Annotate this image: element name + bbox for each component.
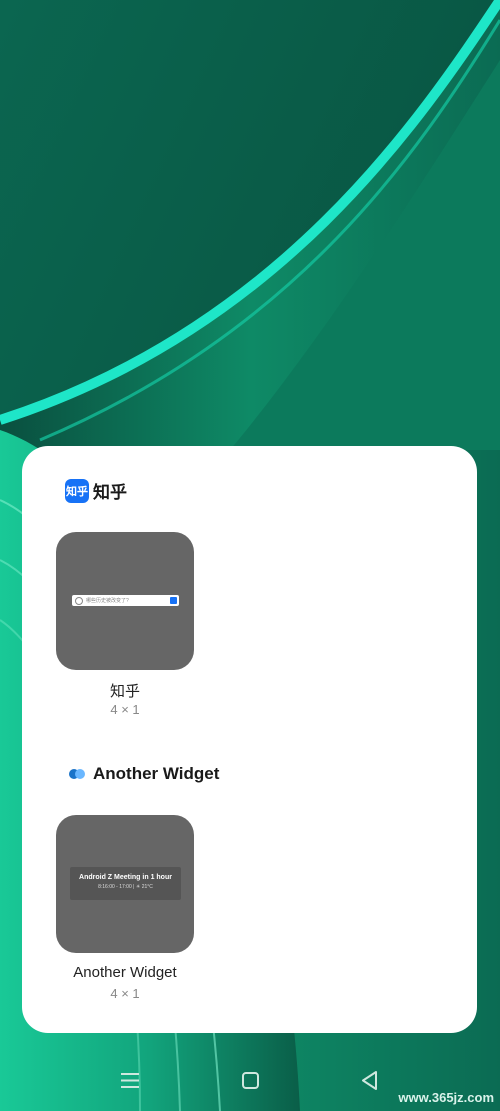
meeting-detail: 8:16:00 - 17:00 | ☀ 21°C [98,884,153,890]
home-icon[interactable] [242,1072,259,1089]
meeting-card: Android Z Meeting in 1 hour 8:16:00 - 17… [70,867,181,900]
menu-icon[interactable] [121,1072,139,1089]
back-icon[interactable] [361,1071,378,1090]
widget-size: 4 × 1 [110,702,140,717]
search-icon [75,596,83,605]
widget-label: 知乎 [109,683,140,700]
another-widget-app-icon [69,769,89,779]
widget-preview-another-widget[interactable]: Android Z Meeting in 1 hour 8:16:00 - 17… [56,815,194,953]
widget-label: Another Widget [73,964,177,981]
widget-search-bar: 哪些历史被改变了? [72,595,179,606]
widget-preview-zhihu[interactable]: 哪些历史被改变了? [56,532,194,670]
app-name: Another Widget [93,764,220,783]
app-name: 知乎 [93,483,127,502]
app-header-zhihu: 知乎 知乎 [65,478,127,503]
widget-size: 4 × 1 [110,986,140,1001]
app-header-another-widget: Another Widget [69,764,219,784]
zhihu-app-icon-text: 知乎 [66,485,88,498]
watermark: www.365jz.com [398,1090,494,1105]
search-placeholder: 哪些历史被改变了? [86,598,129,604]
widget-picker-panel: 知乎 知乎 哪些历史被改变了? 知乎 4 × 1 Another Widget … [22,446,477,1033]
meeting-title: Android Z Meeting in 1 hour [79,874,172,881]
zhihu-app-icon: 知乎 [65,478,89,503]
scan-icon [170,597,177,604]
